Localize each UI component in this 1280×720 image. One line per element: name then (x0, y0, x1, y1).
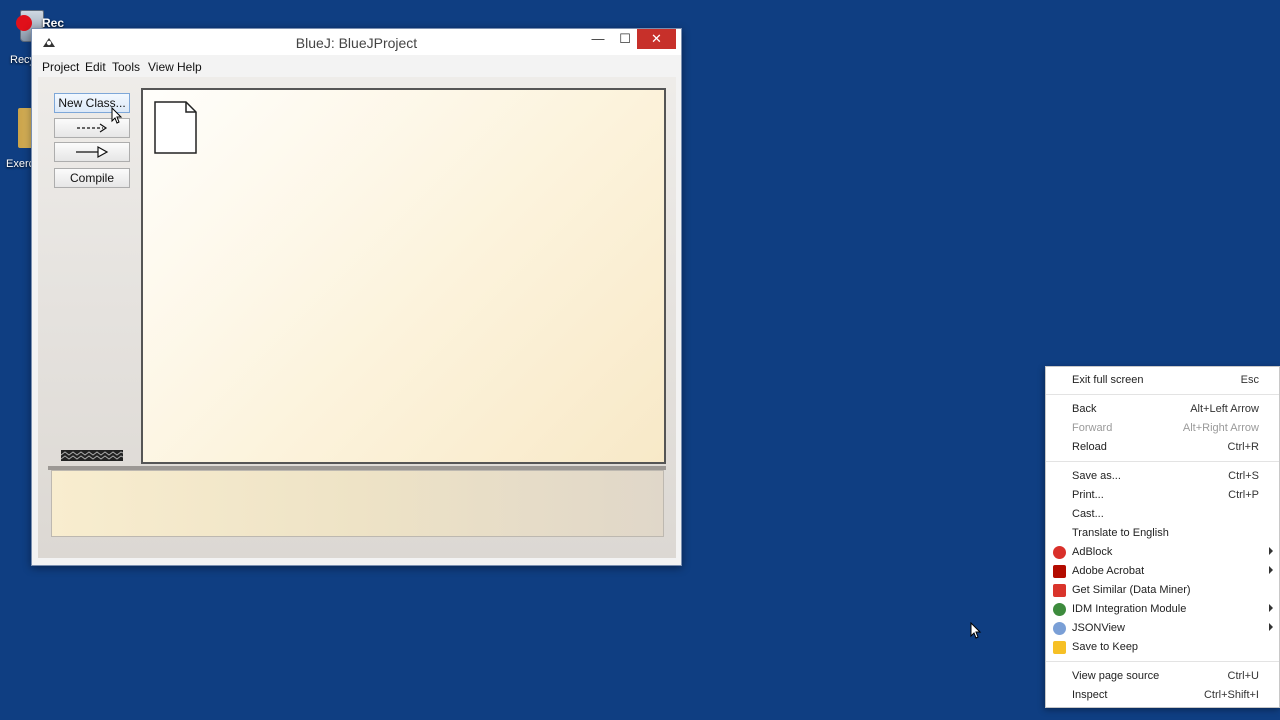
inheritance-arrow-button[interactable] (54, 142, 130, 162)
menu-item-reload[interactable]: Reload Ctrl+R (1046, 438, 1279, 457)
menu-item-print[interactable]: Print... Ctrl+P (1046, 486, 1279, 505)
menu-item-get-similar[interactable]: Get Similar (Data Miner) (1046, 581, 1279, 600)
menu-item-forward[interactable]: Forward Alt+Right Arrow (1046, 419, 1279, 438)
menu-item-label: Save as... (1072, 470, 1121, 482)
submenu-arrow-icon (1269, 623, 1273, 631)
menu-item-save-to-keep[interactable]: Save to Keep (1046, 638, 1279, 657)
message-pane (51, 470, 664, 537)
menu-item-shortcut: Alt+Right Arrow (1182, 422, 1259, 434)
menu-item-back[interactable]: Back Alt+Left Arrow (1046, 400, 1279, 419)
menu-item-shortcut: Ctrl+P (1228, 489, 1259, 501)
menu-item-shortcut: Esc (1240, 374, 1259, 386)
menu-separator (1046, 394, 1279, 395)
menu-item-idm[interactable]: IDM Integration Module (1046, 600, 1279, 619)
menu-item-exit-full-screen[interactable]: Exit full screen Esc (1046, 371, 1279, 390)
mouse-pointer-icon (111, 107, 123, 124)
compile-button[interactable]: Compile (54, 168, 130, 188)
menu-item-label: AdBlock (1072, 546, 1113, 558)
menu-item-translate[interactable]: Translate to English (1046, 524, 1279, 543)
close-button[interactable]: ✕ (637, 29, 676, 49)
menu-item-label: Exit full screen (1072, 374, 1144, 386)
adblock-icon (1053, 546, 1066, 559)
submenu-arrow-icon (1269, 604, 1273, 612)
menu-item-label: Forward (1072, 422, 1113, 434)
menu-item-label: JSONView (1072, 622, 1125, 634)
menu-tools[interactable]: Tools (112, 60, 140, 74)
idm-icon (1053, 603, 1066, 616)
menu-item-inspect[interactable]: Inspect Ctrl+Shift+I (1046, 686, 1279, 705)
menu-help[interactable]: Help (177, 60, 202, 74)
menu-item-label: Adobe Acrobat (1072, 565, 1145, 577)
menu-item-shortcut: Ctrl+S (1228, 470, 1259, 482)
solid-arrow-icon (76, 145, 109, 159)
acrobat-icon (1053, 565, 1066, 578)
menu-separator (1046, 661, 1279, 662)
project-area: New Class... Compile (38, 77, 676, 558)
menu-item-cast[interactable]: Cast... (1046, 505, 1279, 524)
menu-item-jsonview[interactable]: JSONView (1046, 619, 1279, 638)
submenu-arrow-icon (1269, 547, 1273, 555)
menu-item-label: Cast... (1072, 508, 1104, 520)
machine-activity-indicator (61, 450, 123, 461)
menu-edit[interactable]: Edit (85, 60, 106, 74)
menu-item-label: Back (1072, 403, 1097, 415)
menu-item-shortcut: Ctrl+Shift+I (1203, 689, 1259, 701)
menu-project[interactable]: Project (42, 60, 79, 74)
menu-item-adblock[interactable]: AdBlock (1046, 543, 1279, 562)
class-diagram-canvas[interactable] (141, 88, 666, 464)
menu-item-save-as[interactable]: Save as... Ctrl+S (1046, 467, 1279, 486)
readme-document-icon[interactable] (154, 101, 198, 155)
menu-item-label: Translate to English (1072, 527, 1169, 539)
menu-separator (1046, 461, 1279, 462)
menu-item-label: View page source (1072, 670, 1160, 682)
menu-item-adobe-acrobat[interactable]: Adobe Acrobat (1046, 562, 1279, 581)
menu-bar: Project Edit Tools View Help (38, 57, 676, 77)
menu-item-label: IDM Integration Module (1072, 603, 1187, 615)
menu-view[interactable]: View (148, 60, 174, 74)
minimize-button[interactable]: — (585, 29, 611, 49)
menu-item-label: Print... (1072, 489, 1104, 501)
context-menu: Exit full screen Esc Back Alt+Left Arrow… (1045, 366, 1280, 708)
record-dot-icon (16, 15, 32, 31)
menu-item-label: Inspect (1072, 689, 1108, 701)
data-miner-icon (1053, 584, 1066, 597)
menu-item-label: Save to Keep (1072, 641, 1139, 653)
window-title: BlueJ: BlueJProject (295, 35, 418, 51)
mouse-pointer-icon (970, 622, 982, 639)
menu-item-label: Reload (1072, 441, 1107, 453)
submenu-arrow-icon (1269, 566, 1273, 574)
menu-item-view-source[interactable]: View page source Ctrl+U (1046, 667, 1279, 686)
bluej-window: BlueJ: BlueJProject — ☐ ✕ Project Edit T… (31, 28, 682, 566)
maximize-button[interactable]: ☐ (612, 29, 638, 49)
jsonview-icon (1053, 622, 1066, 635)
menu-item-shortcut: Alt+Left Arrow (1190, 403, 1259, 415)
menu-item-shortcut: Ctrl+U (1227, 670, 1259, 682)
keep-icon (1053, 641, 1066, 654)
menu-item-shortcut: Ctrl+R (1227, 441, 1259, 453)
menu-item-label: Get Similar (Data Miner) (1072, 584, 1191, 596)
title-bar[interactable]: BlueJ: BlueJProject — ☐ ✕ (32, 29, 681, 55)
